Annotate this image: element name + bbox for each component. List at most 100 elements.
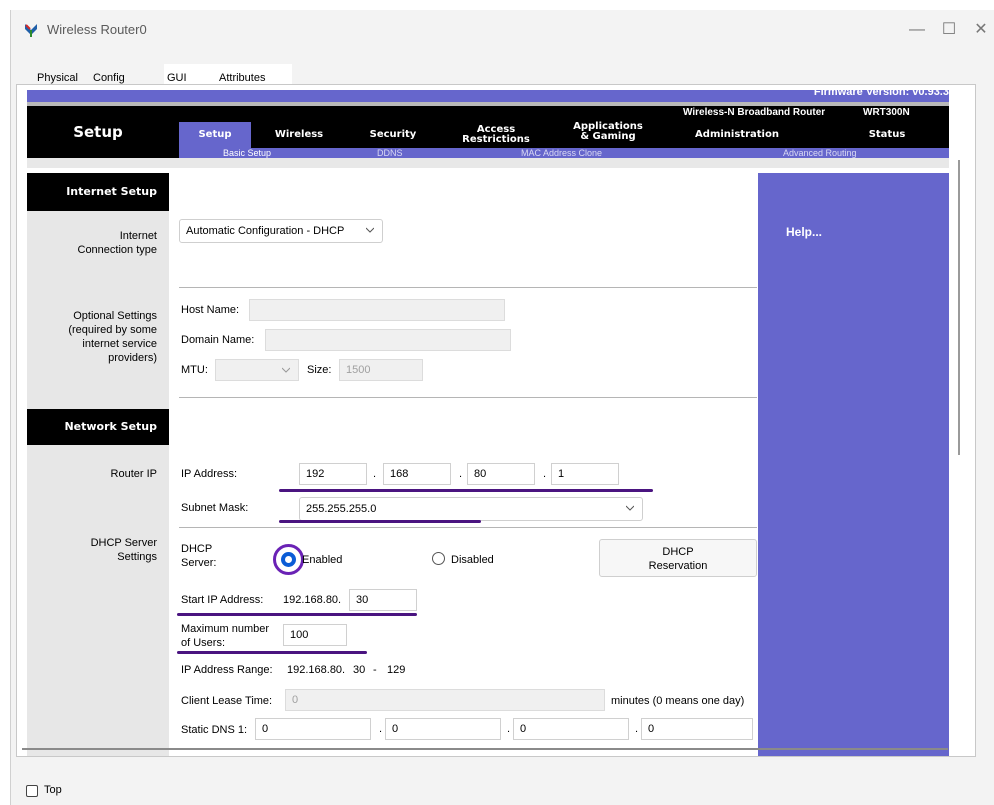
connection-type-label-1: Internet xyxy=(119,230,157,242)
domain-name-label: Domain Name: xyxy=(181,334,255,346)
window-title: Wireless Router0 xyxy=(47,22,147,37)
start-ip-label: Start IP Address: xyxy=(181,594,264,606)
nav-tab-status[interactable]: Status xyxy=(833,122,941,148)
subnav-basic-setup[interactable]: Basic Setup xyxy=(223,148,271,158)
firmware-version: Firmware Version: v0.93.3 xyxy=(813,90,949,98)
dhcp-server-label-2: Server: xyxy=(181,557,217,569)
close-button[interactable]: ✕ xyxy=(966,18,994,42)
router-ip-label: Router IP xyxy=(110,468,157,480)
nav-tab-security[interactable]: Security xyxy=(347,122,439,148)
optional-settings-label-3: internet service xyxy=(82,338,157,350)
dns1-octet-1-input[interactable]: 0 xyxy=(255,718,371,740)
dns1-dot-1: . xyxy=(379,723,383,735)
connection-type-value: Automatic Configuration - DHCP xyxy=(186,225,345,237)
ip-dot-3: . xyxy=(543,468,547,480)
mtu-label: MTU: xyxy=(181,364,208,376)
ip-range-start: 30 xyxy=(353,664,366,676)
ip-range-prefix: 192.168.80. xyxy=(287,664,346,676)
divider-internet xyxy=(179,287,757,288)
dhcp-disabled-label: Disabled xyxy=(451,554,494,566)
max-users-label-1: Maximum number xyxy=(181,623,270,635)
subnav-ddns[interactable]: DDNS xyxy=(377,148,403,158)
nav-tab-setup[interactable]: Setup xyxy=(179,122,251,148)
ip-range-end: 129 xyxy=(387,664,406,676)
ip-range-label: IP Address Range: xyxy=(181,664,273,676)
lease-time-input[interactable]: 0 xyxy=(285,689,605,711)
start-ip-highlight-underline xyxy=(177,613,417,616)
host-name-input[interactable] xyxy=(249,299,505,321)
max-users-highlight-underline xyxy=(177,651,367,654)
start-ip-prefix: 192.168.80. xyxy=(283,594,342,606)
dns1-octet-2-input[interactable]: 0 xyxy=(385,718,501,740)
dns1-dot-2: . xyxy=(507,723,511,735)
dhcp-reservation-label-2: Reservation xyxy=(648,560,708,572)
internet-setup-heading: Internet Setup xyxy=(27,173,169,211)
mtu-size-input[interactable]: 1500 xyxy=(339,359,423,381)
dhcp-settings-label-2: Settings xyxy=(117,551,157,563)
ip-dot-2: . xyxy=(459,468,463,480)
domain-name-input[interactable] xyxy=(265,329,511,351)
nav-apps-line2: & Gaming xyxy=(580,131,636,142)
nav-bottom-band xyxy=(27,158,949,168)
subnet-mask-label: Subnet Mask: xyxy=(181,502,249,514)
tab-gui-label: GUI xyxy=(167,72,187,84)
ip-octet-2-input[interactable]: 168 xyxy=(383,463,451,485)
nav-tab-wireless[interactable]: Wireless xyxy=(253,122,345,148)
section-title: Setup xyxy=(73,123,123,141)
maximize-button[interactable]: ☐ xyxy=(929,18,969,42)
connection-type-select[interactable]: Automatic Configuration - DHCP xyxy=(179,219,383,243)
start-ip-input[interactable]: 30 xyxy=(349,589,417,611)
chevron-down-icon xyxy=(366,227,374,233)
model-name: WRT300N xyxy=(863,107,910,118)
max-users-input[interactable]: 100 xyxy=(283,624,347,646)
subnet-mask-select[interactable]: 255.255.255.0 xyxy=(299,497,643,521)
divider-router-ip xyxy=(179,527,757,528)
dns1-octet-4-input[interactable]: 0 xyxy=(641,718,753,740)
dhcp-disabled-radio[interactable] xyxy=(432,552,445,565)
sub-nav: Basic Setup DDNS MAC Address Clone Advan… xyxy=(179,148,949,158)
optional-settings-label-4: providers) xyxy=(108,352,157,364)
left-label-column: Internet Setup Internet Connection type … xyxy=(27,173,169,756)
subnav-advanced-routing[interactable]: Advanced Routing xyxy=(783,148,857,158)
ip-octet-4-input[interactable]: 1 xyxy=(551,463,619,485)
main-nav-bar: Setup Wireless-N Broadband Router WRT300… xyxy=(27,106,949,158)
nav-tab-applications-gaming[interactable]: Applications & Gaming xyxy=(553,116,663,148)
optional-settings-label-1: Optional Settings xyxy=(73,310,157,322)
dhcp-settings-label-1: DHCP Server xyxy=(90,537,157,549)
lease-time-label: Client Lease Time: xyxy=(181,695,273,707)
dhcp-enabled-radio[interactable] xyxy=(281,552,296,567)
firmware-bar: Firmware Version: v0.93.3 xyxy=(27,90,949,102)
ip-octet-1-input[interactable]: 192 xyxy=(299,463,367,485)
horizontal-scrollbar[interactable] xyxy=(22,748,948,750)
top-checkbox[interactable] xyxy=(26,785,38,797)
dhcp-server-label-1: DHCP xyxy=(181,543,213,555)
dhcp-reservation-button[interactable]: DHCP Reservation xyxy=(599,539,757,577)
nav-tab-access-restrictions[interactable]: Access Restrictions xyxy=(441,122,551,148)
nav-tab-administration[interactable]: Administration xyxy=(665,122,809,148)
chevron-down-icon xyxy=(626,505,634,511)
ip-address-label: IP Address: xyxy=(181,468,238,480)
ip-octet-3-input[interactable]: 80 xyxy=(467,463,535,485)
subnet-mask-value: 255.255.255.0 xyxy=(306,503,377,515)
setup-content: Internet Setup Internet Connection type … xyxy=(27,173,949,756)
dhcp-reservation-label-1: DHCP xyxy=(662,546,694,558)
size-label: Size: xyxy=(307,364,332,376)
dhcp-enabled-label: Enabled xyxy=(302,554,343,566)
subnav-mac-clone[interactable]: MAC Address Clone xyxy=(521,148,602,158)
vertical-scrollbar[interactable] xyxy=(958,160,960,455)
product-name: Wireless-N Broadband Router xyxy=(683,107,826,118)
dns1-octet-3-input[interactable]: 0 xyxy=(513,718,629,740)
nav-access-line2: Restrictions xyxy=(462,134,530,145)
network-setup-heading: Network Setup xyxy=(27,409,169,445)
help-panel: Help... xyxy=(758,173,949,756)
ip-dot-1: . xyxy=(373,468,377,480)
chevron-down-icon xyxy=(282,367,290,373)
subnet-highlight-underline xyxy=(279,520,481,523)
mtu-select[interactable] xyxy=(215,359,299,381)
lease-time-unit: minutes (0 means one day) xyxy=(611,695,745,707)
router-gui-frame: Firmware Version: v0.93.3 Setup Wireless… xyxy=(16,84,976,757)
static-dns1-label: Static DNS 1: xyxy=(181,724,248,736)
title-bar: Wireless Router0 — ☐ ✕ xyxy=(11,10,994,48)
help-link[interactable]: Help... xyxy=(786,225,822,239)
ip-range-dash: - xyxy=(373,664,377,676)
